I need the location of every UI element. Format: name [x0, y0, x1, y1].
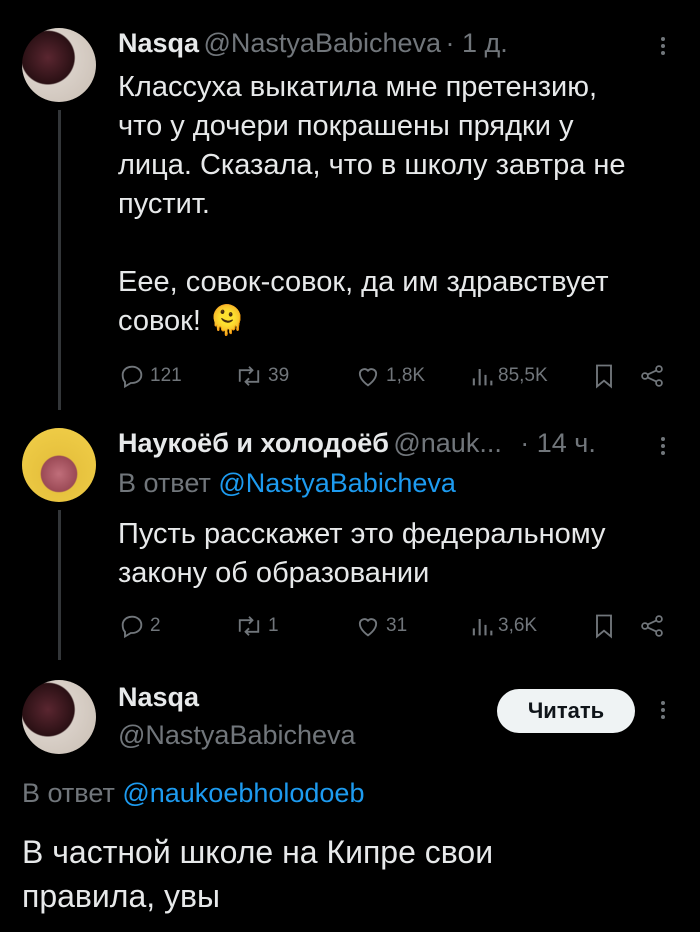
reply-prefix: В ответ — [22, 778, 115, 808]
reply-button[interactable]: 2 — [118, 612, 161, 640]
like-count: 31 — [386, 615, 408, 636]
reply-prefix: В ответ — [118, 468, 211, 498]
reply-button[interactable]: 121 — [118, 362, 182, 390]
avatar[interactable] — [22, 428, 96, 502]
views-icon — [472, 619, 493, 636]
share-icon — [641, 365, 663, 387]
like-button[interactable]: 1,8K — [354, 362, 425, 390]
repost-count: 39 — [268, 365, 290, 386]
more-icon[interactable] — [658, 34, 668, 58]
share-icon — [641, 615, 663, 637]
more-icon[interactable] — [658, 434, 668, 458]
avatar[interactable] — [22, 28, 96, 102]
author-name[interactable]: Nasqa — [118, 682, 199, 713]
views-icon — [472, 369, 493, 386]
reply-context: В ответ @naukoebholodoeb — [22, 778, 364, 809]
tweet-text-line: Еее, совок-совок, да им здравствует — [118, 266, 609, 298]
tweet-text: Классуха выкатила мне претензию, что у д… — [118, 68, 688, 341]
tweet-text-line: что у дочери покрашены прядки у — [118, 110, 574, 142]
repost-icon — [238, 616, 260, 636]
bookmark-button[interactable] — [592, 612, 616, 640]
views-count: 3,6K — [498, 615, 538, 636]
views-count: 85,5K — [498, 365, 548, 386]
author-name[interactable]: Nasqa — [118, 28, 199, 58]
tweet-text-line: закону об образовании — [118, 557, 430, 589]
tweet-header: Nasqa @NastyaBabicheva · 1 д. — [118, 28, 508, 59]
reply-to-link[interactable]: @naukoebholodoeb — [122, 778, 364, 808]
tweet-text: Пусть расскажет это федеральному закону … — [118, 515, 688, 593]
thread-line — [58, 510, 61, 660]
tweet-text-line: Классуха выкатила мне претензию, — [118, 71, 597, 103]
share-button[interactable] — [638, 612, 666, 640]
like-icon — [358, 618, 378, 637]
reply-to-link[interactable]: @NastyaBabicheva — [218, 468, 456, 498]
repost-count: 1 — [268, 615, 279, 636]
reply-context: В ответ @NastyaBabicheva — [118, 468, 456, 499]
thread-line — [58, 110, 61, 410]
repost-icon — [238, 366, 260, 386]
tweet-header: Наукоёб и холодоёб @nauk... · 14 ч. — [118, 428, 596, 459]
more-icon[interactable] — [658, 698, 668, 722]
reply-count: 121 — [150, 365, 182, 386]
reply-icon — [121, 365, 143, 389]
bookmark-button[interactable] — [592, 362, 616, 390]
reply-icon — [121, 615, 143, 639]
avatar[interactable] — [22, 680, 96, 754]
author-handle[interactable]: @nauk... — [393, 428, 501, 458]
like-count: 1,8K — [386, 365, 426, 386]
bookmark-icon — [596, 364, 612, 389]
tweet-text-line: лица. Сказала, что в школу завтра не — [118, 149, 626, 181]
repost-button[interactable]: 39 — [234, 362, 289, 390]
timestamp[interactable]: · 14 ч. — [520, 428, 596, 458]
author-handle[interactable]: @NastyaBabicheva — [204, 28, 442, 58]
author-name[interactable]: Наукоёб и холодоёб — [118, 428, 389, 458]
timestamp[interactable]: · 1 д. — [445, 28, 507, 58]
views-button[interactable]: 85,5K — [470, 362, 548, 390]
reply-count: 2 — [150, 615, 161, 636]
like-button[interactable]: 31 — [354, 612, 407, 640]
tweet-text-line: совок! 🫠 — [118, 305, 246, 337]
tweet-text-line: правила, увы — [22, 878, 221, 914]
tweet-text: В частной школе на Кипре свои правила, у… — [22, 830, 682, 918]
repost-button[interactable]: 1 — [234, 612, 279, 640]
author-handle[interactable]: @NastyaBabicheva — [118, 720, 356, 751]
tweet-text-line: В частной школе на Кипре свои — [22, 834, 494, 870]
follow-button[interactable]: Читать — [497, 689, 635, 733]
share-button[interactable] — [638, 362, 666, 390]
like-icon — [358, 368, 378, 387]
bookmark-icon — [596, 614, 612, 639]
tweet-text-line: Пусть расскажет это федеральному — [118, 518, 606, 550]
tweet-text-line: пустит. — [118, 188, 210, 220]
views-button[interactable]: 3,6K — [470, 612, 537, 640]
